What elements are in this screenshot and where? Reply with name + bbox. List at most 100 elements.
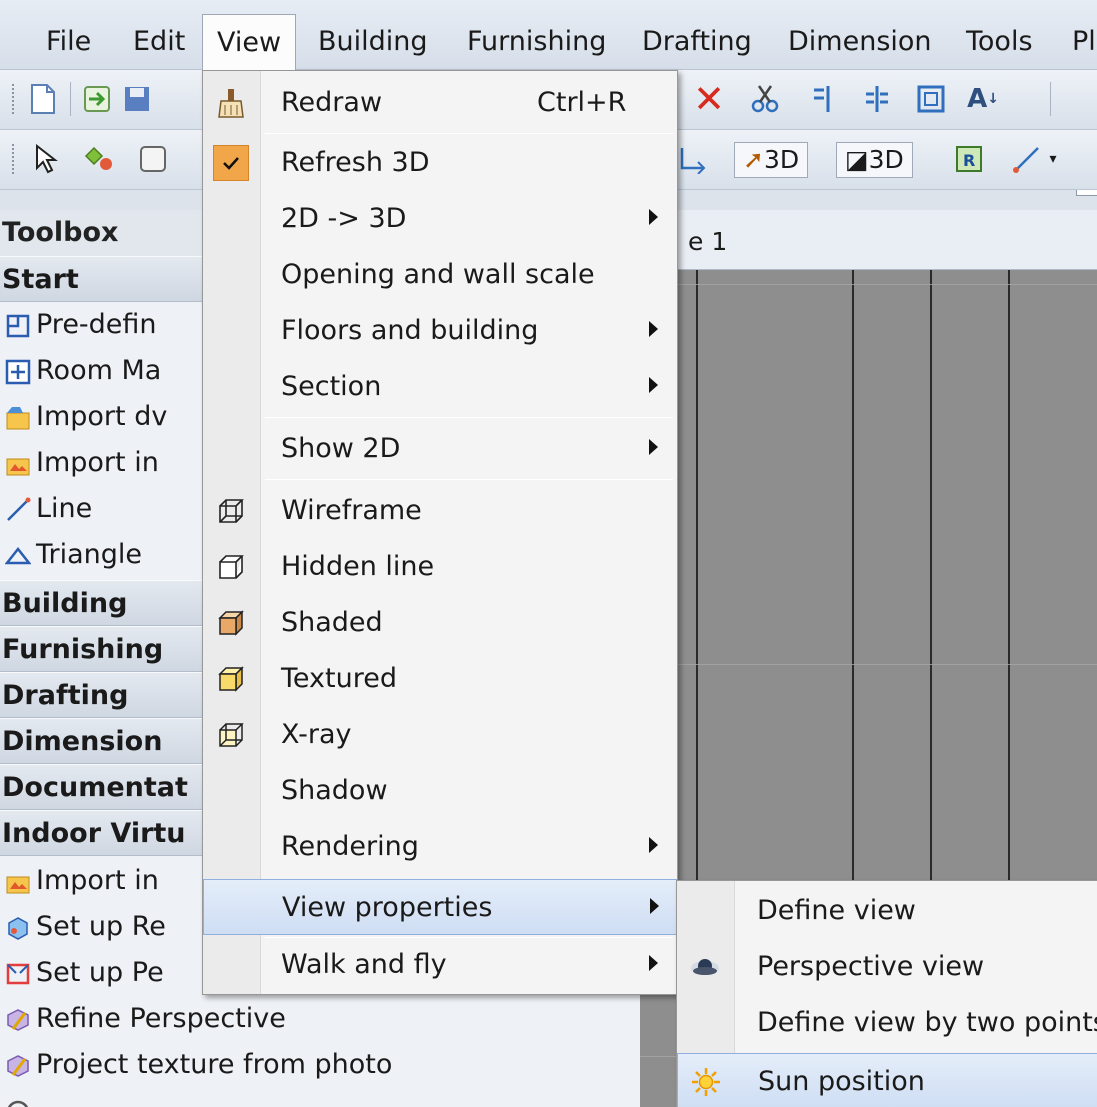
menu-item-label: Opening and wall scale — [281, 259, 595, 290]
submenu-arrow-icon — [649, 321, 658, 337]
3d-box-button[interactable]: ◪3D — [836, 142, 913, 178]
room-maker-icon — [4, 358, 32, 386]
join-icon[interactable] — [860, 82, 894, 116]
submenu-item-define-view-two-points[interactable]: Define view by two points — [677, 995, 1097, 1051]
menu-item-label: Define view by two points — [757, 1007, 1097, 1038]
toolbar-grip[interactable] — [12, 144, 16, 174]
textured-cube-icon — [213, 661, 249, 697]
category-label: Furnishing — [2, 634, 164, 665]
toolbox-item-partial[interactable] — [0, 1088, 640, 1107]
menu-item-label: Refresh 3D — [281, 147, 430, 178]
menu-item-redraw[interactable]: Redraw Ctrl+R — [203, 75, 677, 131]
chevron-down-icon[interactable]: ▾ — [1046, 142, 1060, 176]
3d-hammer-button[interactable]: ➚3D — [734, 142, 809, 178]
toolbox-item-label: Room Ma — [36, 355, 162, 386]
submenu-arrow-icon — [649, 377, 658, 393]
toolbox-item-label: Pre-defin — [36, 309, 157, 340]
category-label: Start — [2, 264, 79, 295]
menu-item-walk-and-fly[interactable]: Walk and fly — [203, 937, 677, 993]
category-label: Building — [2, 588, 128, 619]
select-pointer-icon[interactable] — [28, 142, 62, 176]
3d-box-label: 3D — [868, 145, 904, 174]
line-tool-icon[interactable] — [1010, 142, 1044, 176]
dimension-arrow-icon[interactable] — [676, 142, 710, 176]
menu-item-label: Wireframe — [281, 495, 422, 526]
toolbox-item-label: Set up Pe — [36, 957, 164, 988]
delete-icon[interactable]: ✕ — [692, 77, 726, 121]
menu-furnishing[interactable]: Furnishing — [467, 22, 606, 62]
menu-edit[interactable]: Edit — [133, 22, 185, 62]
setup-perspective-icon — [4, 960, 32, 988]
category-label: Documentat — [2, 772, 188, 803]
new-file-icon[interactable] — [26, 82, 60, 116]
menu-item-floors-building[interactable]: Floors and building — [203, 303, 677, 359]
menu-item-label: Hidden line — [281, 551, 435, 582]
submenu-item-define-view[interactable]: Define view — [677, 883, 1097, 939]
cut-icon[interactable] — [748, 82, 782, 116]
submenu-arrow-icon — [649, 209, 658, 225]
menu-item-textured[interactable]: Textured — [203, 651, 677, 707]
menu-view[interactable]: View — [202, 14, 297, 70]
toolbox-item-label: Import dv — [36, 401, 168, 432]
drawing-tab[interactable]: e 1 — [688, 222, 727, 262]
submenu-item-sun-position[interactable]: Sun position — [677, 1053, 1097, 1107]
line-icon — [4, 496, 32, 524]
view-icon[interactable] — [136, 142, 170, 176]
toolbar-grip[interactable] — [12, 84, 16, 114]
menu-item-show-2d[interactable]: Show 2D — [203, 421, 677, 477]
menu-item-label: Define view — [757, 895, 916, 926]
eye-icon — [687, 949, 723, 985]
menu-building[interactable]: Building — [318, 22, 428, 62]
view-menu-dropdown: Redraw Ctrl+R Refresh 3D 2D -> 3D Openin… — [202, 70, 678, 995]
menu-tools[interactable]: Tools — [966, 22, 1033, 62]
submenu-arrow-icon — [649, 837, 658, 853]
grid-line — [640, 664, 1097, 665]
import-image-icon — [4, 868, 32, 896]
toolbox-item-label: Line — [36, 493, 93, 524]
menu-bar: File Edit View Building Furnishing Draft… — [0, 0, 1097, 70]
svg-text:R: R — [963, 151, 975, 170]
menu-item-label: Show 2D — [281, 433, 401, 464]
menu-item-refresh-3d[interactable]: Refresh 3D — [203, 135, 677, 191]
submenu-item-perspective-view[interactable]: Perspective view — [677, 939, 1097, 995]
menu-item-label: Sun position — [758, 1066, 925, 1097]
frame-icon[interactable] — [914, 82, 948, 116]
menu-item-shaded[interactable]: Shaded — [203, 595, 677, 651]
sun-icon — [688, 1064, 724, 1100]
menu-pl[interactable]: Pl — [1072, 22, 1096, 62]
toolbox-item-label: Set up Re — [36, 911, 166, 942]
menu-item-rendering[interactable]: Rendering — [203, 819, 677, 875]
toolbox-item-label: Refine Perspective — [36, 1003, 286, 1034]
menu-item-opening-wall-scale[interactable]: Opening and wall scale — [203, 247, 677, 303]
select-objects-icon[interactable] — [82, 142, 116, 176]
toolbox-item-project-texture[interactable]: Project texture from photo — [0, 1042, 640, 1088]
checkmark-icon — [213, 145, 249, 181]
import-icon[interactable] — [80, 82, 114, 116]
submenu-arrow-icon — [649, 439, 658, 455]
menu-item-label: Section — [281, 371, 382, 402]
menu-item-hidden-line[interactable]: Hidden line — [203, 539, 677, 595]
menu-drafting[interactable]: Drafting — [642, 22, 752, 62]
menu-item-x-ray[interactable]: X-ray — [203, 707, 677, 763]
broom-icon — [213, 85, 249, 121]
menu-item-label: Shaded — [281, 607, 383, 638]
toolbox-item-label: Import in — [36, 447, 159, 478]
toolbox-item-refine-perspective[interactable]: Refine Perspective — [0, 996, 640, 1042]
text-style-icon[interactable]: A ↓ — [966, 82, 1000, 116]
view-properties-submenu: Define view Perspective view Define view… — [676, 880, 1097, 1107]
split-icon[interactable] — [806, 82, 840, 116]
menu-item-label: Perspective view — [757, 951, 985, 982]
menu-item-label: Textured — [281, 663, 397, 694]
toolbar-separator — [1050, 82, 1051, 116]
menu-item-view-properties[interactable]: View properties — [203, 879, 677, 935]
menu-item-wireframe[interactable]: Wireframe — [203, 483, 677, 539]
menu-item-section[interactable]: Section — [203, 359, 677, 415]
menu-dimension[interactable]: Dimension — [788, 22, 932, 62]
menu-item-shadow[interactable]: Shadow — [203, 763, 677, 819]
render-icon[interactable]: R — [952, 142, 986, 176]
save-icon[interactable] — [120, 82, 154, 116]
menu-item-label: X-ray — [281, 719, 352, 750]
menu-item-2d-to-3d[interactable]: 2D -> 3D — [203, 191, 677, 247]
hammer-icon: ➚ — [743, 145, 764, 174]
menu-file[interactable]: File — [46, 22, 91, 62]
